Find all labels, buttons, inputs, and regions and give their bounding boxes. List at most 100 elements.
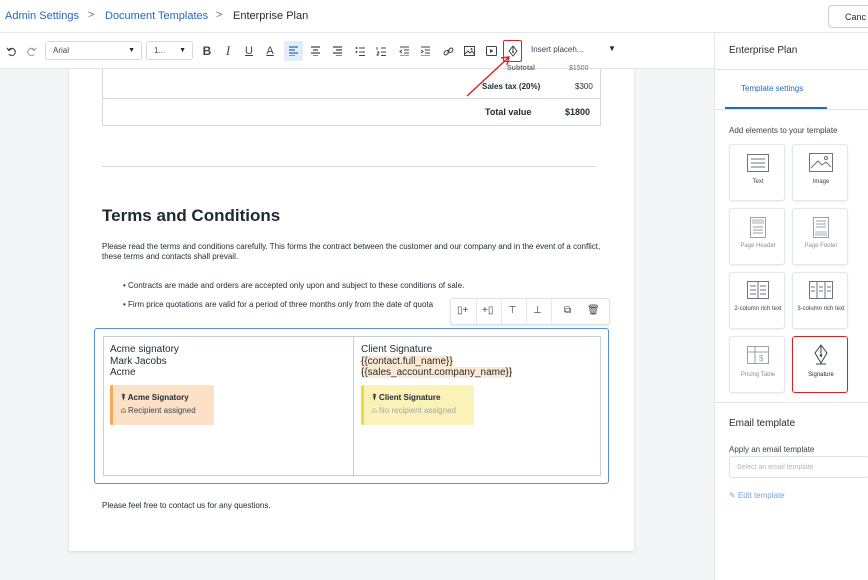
bullet-list-icon[interactable] [353,42,367,60]
edit-template-label: Edit template [737,491,785,500]
insert-column-left-icon[interactable]: +▯ [482,305,493,316]
client-signature-title: Client Signature [361,344,433,355]
closing-paragraph: Please feel free to contact us for any q… [102,501,271,510]
template-settings-panel: Enterprise Plan Template settings Add el… [714,33,868,580]
client-signature-card-title: Client Signature [379,393,441,402]
element-label: 3-column rich text [797,306,845,312]
duplicate-icon[interactable]: ⧉ [564,305,571,316]
editor-toolbar: Arial ▼ 1... ▼ B I U A Insert placeh... … [0,33,714,69]
align-center-icon[interactable] [308,42,322,60]
signature-icon [814,344,828,365]
align-left-icon[interactable] [284,41,303,61]
list-item: • Firm price quotations are valid for a … [123,300,434,309]
element-pricing-table-tile[interactable]: $ Pricing Table [729,336,785,393]
element-page-footer-tile[interactable]: Page Footer [792,208,848,265]
insert-row-below-icon[interactable]: ⊥ [533,305,542,316]
chevron-down-icon: ▼ [179,47,186,54]
signature-icon: ⍒ [372,393,377,402]
underline-button[interactable]: U [242,42,256,60]
chevron-down-icon: ▼ [128,47,135,54]
section-divider [102,166,596,167]
list-item-text: Contracts are made and orders are accept… [128,281,465,290]
outdent-icon[interactable] [397,42,411,60]
total-value: $1800 [565,107,591,117]
link-icon[interactable] [441,42,455,60]
indent-icon[interactable] [418,42,432,60]
email-template-heading: Email template [729,418,796,429]
align-right-icon[interactable] [330,42,344,60]
subtotal-value: $1500 [569,65,589,72]
client-signature-field[interactable]: ⍒ Client Signature ⍝ No recipient assign… [361,385,474,425]
intro-paragraph: Please read the terms and conditions car… [102,242,601,261]
element-text-tile[interactable]: Text [729,144,785,201]
element-label: Page Footer [804,243,838,249]
element-label: Signature [808,372,834,378]
acme-signature-field[interactable]: ⍒ Acme Signatory ⍝ Recipient assigned [110,385,214,425]
element-page-header-tile[interactable]: Page Header [729,208,785,265]
element-label: 2-column rich text [734,306,782,312]
add-elements-label: Add elements to your template [729,126,838,135]
element-label: Text [752,179,764,185]
redo-icon[interactable] [24,42,38,60]
text-color-button[interactable]: A [263,42,277,60]
client-signature-card: ⍒ Client Signature [372,393,440,403]
breadcrumb-document-templates[interactable]: Document Templates [105,10,208,22]
element-3-column-tile[interactable]: 3-column rich text [792,272,848,329]
page-header-icon [750,217,766,238]
chevron-down-icon[interactable]: ▼ [608,44,616,53]
delete-icon[interactable]: 🗑 [587,305,600,316]
italic-button[interactable]: I [221,42,235,60]
breadcrumb-separator: > [88,9,95,21]
element-label: Pricing Table [740,372,776,378]
text-icon [747,154,769,172]
font-family-value: Arial [53,46,70,55]
insert-row-above-icon[interactable]: ⊤ [508,305,517,316]
acme-signatory-name: Mark Jacobs [110,355,167,367]
acme-signature-card: ⍒ Acme Signatory [121,393,189,403]
acme-signature-status: ⍝ Recipient assigned [121,406,196,416]
email-template-label: Apply an email template [729,445,815,454]
company-name-placeholder: {{sales_account.company_name}} [361,367,513,378]
acme-signatory-company: Acme [110,367,136,378]
block-toolbar: ▯+ +▯ ⊤ ⊥ ⧉ 🗑 [450,298,610,325]
user-icon: ⍝ [372,406,377,415]
top-bar: Admin Settings > Document Templates > En… [0,0,868,33]
pricing-table-icon: $ [747,346,769,364]
element-label: Page Header [740,243,776,249]
pencil-icon: ✎ [729,491,736,500]
annotation-arrow-icon [466,56,510,97]
numbered-list-icon[interactable] [374,42,388,60]
user-icon: ⍝ [121,406,126,415]
undo-icon[interactable] [4,42,18,60]
signature-block[interactable]: Acme signatory Mark Jacobs Acme ⍒ Acme S… [94,328,609,484]
tab-template-settings[interactable]: Template settings [741,84,803,93]
two-column-icon [747,281,769,299]
acme-signature-card-title: Acme Signatory [127,393,189,402]
font-size-select[interactable]: 1... ▼ [146,41,193,60]
svg-text:$: $ [759,354,764,363]
panel-title: Enterprise Plan [729,45,798,56]
client-signature-status: ⍝ No recipient assigned [372,406,456,416]
edit-template-link[interactable]: ✎ Edit template [729,491,785,500]
contact-name-placeholder: {{contact.full_name}} [361,355,453,367]
font-family-select[interactable]: Arial ▼ [45,41,142,60]
element-2-column-tile[interactable]: 2-column rich text [729,272,785,329]
pricing-summary-table: Subtotal $1500 Sales tax (20%) $300 Tota… [102,65,601,126]
insert-column-right-icon[interactable]: ▯+ [457,305,468,316]
element-signature-tile[interactable]: Signature [792,336,848,393]
cancel-button[interactable]: Canc [828,5,868,28]
section-heading: Terms and Conditions [102,206,281,225]
tax-value: $300 [575,82,593,91]
signature-table: Acme signatory Mark Jacobs Acme ⍒ Acme S… [103,336,601,477]
breadcrumb-admin-settings[interactable]: Admin Settings [5,10,79,22]
list-item: • Contracts are made and orders are acce… [123,281,465,290]
element-image-tile[interactable]: Image [792,144,848,201]
email-template-select[interactable]: Select an email template [729,456,868,478]
three-column-icon [809,281,833,299]
element-label: Image [812,179,830,185]
insert-placeholder-select[interactable]: Insert placeh... [531,45,583,54]
document-page: Subtotal $1500 Sales tax (20%) $300 Tota… [69,65,634,551]
breadcrumb-current: Enterprise Plan [233,10,309,22]
column-divider [353,337,354,477]
bold-button[interactable]: B [200,42,214,60]
